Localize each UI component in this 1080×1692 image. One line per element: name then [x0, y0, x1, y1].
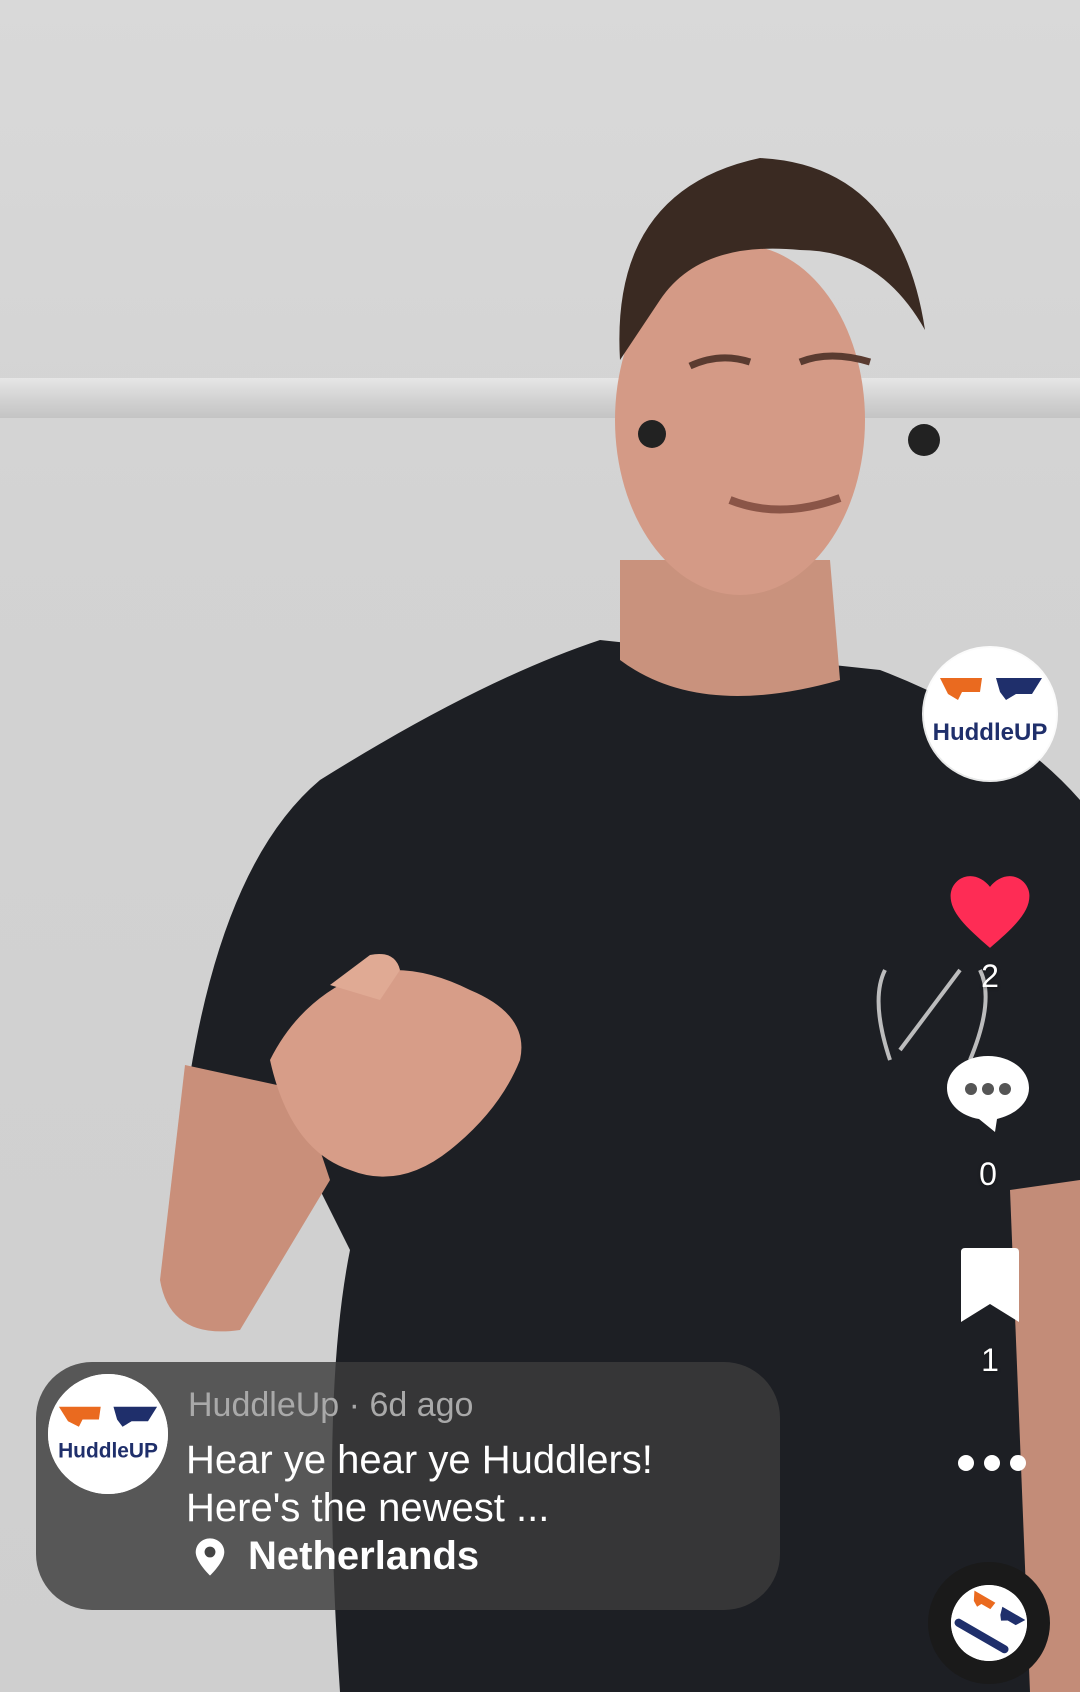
more-icon[interactable] — [952, 1448, 1032, 1478]
bookmark-button[interactable]: 1 — [940, 1248, 1040, 1379]
caption-logo-text: HuddleUP — [58, 1440, 158, 1463]
location-pin-icon — [195, 1537, 225, 1576]
sound-disc[interactable] — [928, 1562, 1050, 1684]
location-tag[interactable]: Netherlands — [192, 1534, 479, 1579]
caption-line-1: Hear ye hear ye Huddlers! — [186, 1438, 653, 1482]
comment-icon — [947, 1056, 1029, 1132]
caption-line-2: Here's the newest ... — [186, 1486, 550, 1530]
location-name: Netherlands — [248, 1534, 480, 1578]
comment-button[interactable]: 0 — [938, 1052, 1038, 1193]
brand-logo-text: HuddleUP — [933, 719, 1048, 746]
like-count: 2 — [981, 958, 999, 994]
heart-icon — [950, 876, 1030, 948]
like-button[interactable]: 2 — [940, 872, 1040, 995]
comment-count: 0 — [979, 1156, 997, 1192]
author-name[interactable]: HuddleUp — [188, 1386, 339, 1424]
caption-avatar[interactable]: HuddleUP — [48, 1374, 168, 1494]
post-age: 6d ago — [369, 1386, 474, 1424]
huddleup-caption-logo-icon: HuddleUP — [48, 1374, 168, 1494]
post-meta: HuddleUp · 6d ago — [188, 1386, 473, 1425]
huddleup-disc-logo-icon — [937, 1571, 1041, 1675]
meta-separator: · — [348, 1386, 360, 1424]
post-caption[interactable]: Hear ye hear ye Huddlers! Here's the new… — [186, 1436, 746, 1532]
creator-avatar[interactable]: HuddleUP — [924, 648, 1056, 780]
bookmark-icon — [961, 1248, 1019, 1322]
save-count: 1 — [981, 1342, 999, 1378]
huddleup-logo-icon: HuddleUP — [924, 648, 1056, 780]
